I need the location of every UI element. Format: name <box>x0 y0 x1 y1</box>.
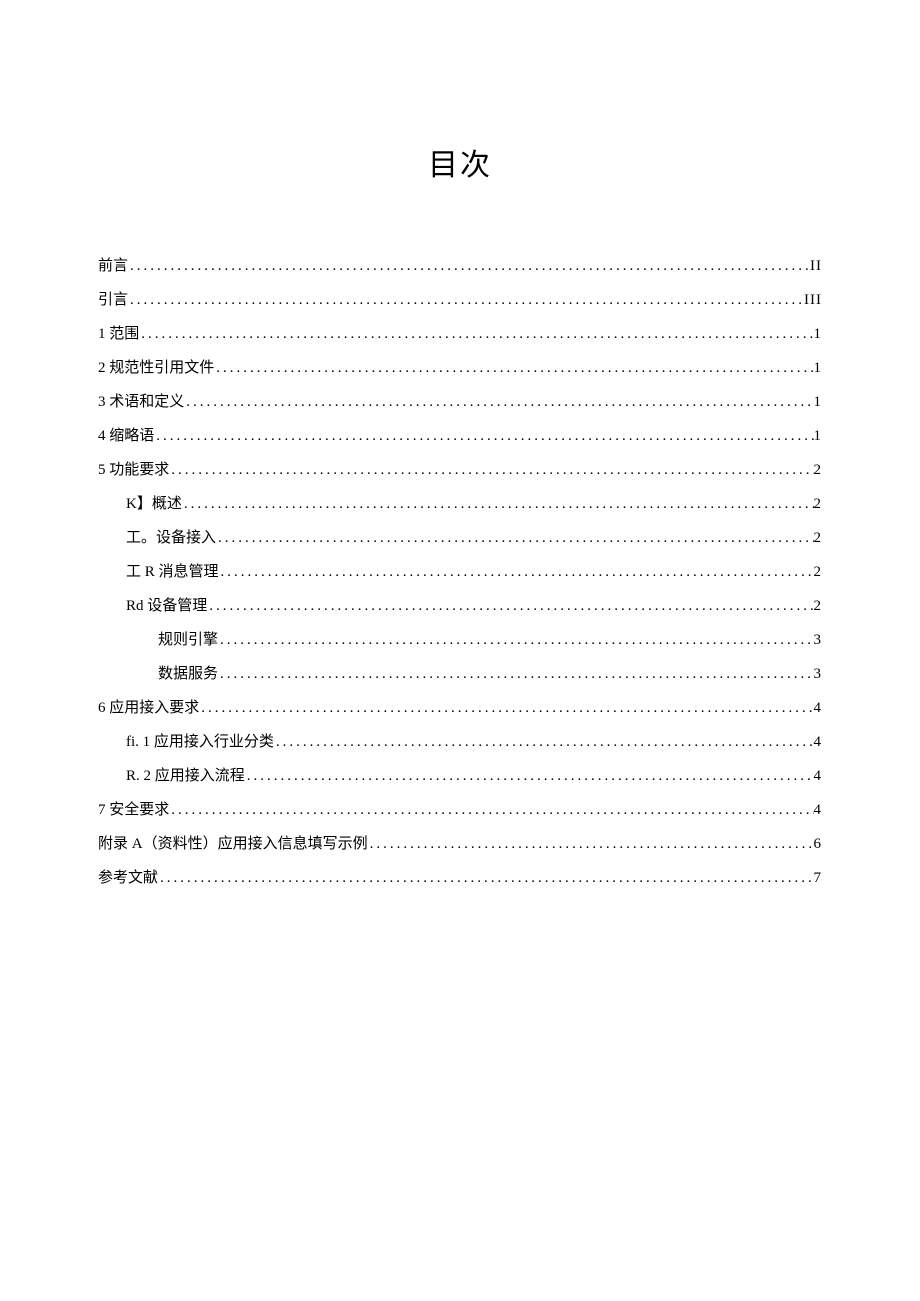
toc-page: 6 <box>814 832 823 856</box>
toc-page: 7 <box>814 866 823 890</box>
toc-page: 3 <box>814 662 823 686</box>
toc-entry: 3 术语和定义 1 <box>98 390 822 414</box>
toc-entry: K】概述 2 <box>98 492 822 516</box>
toc-label: 前言 <box>98 254 128 278</box>
toc-label: 引言 <box>98 288 128 312</box>
toc-page: 2 <box>814 458 823 482</box>
toc-page: 2 <box>814 492 823 516</box>
toc-entry: 前言 II <box>98 254 822 278</box>
toc-label: 6 应用接入要求 <box>98 696 199 720</box>
toc-entry: 5 功能要求 2 <box>98 458 822 482</box>
toc-page: 1 <box>814 390 823 414</box>
toc-page: II <box>810 254 822 278</box>
toc-label: 1 范围 <box>98 322 139 346</box>
toc-label: R. 2 应用接入流程 <box>126 764 245 788</box>
toc-leader <box>169 798 813 822</box>
toc-entry: 附录 A（资料性）应用接入信息填写示例 6 <box>98 832 822 856</box>
toc-leader <box>199 696 813 720</box>
toc-entry: 引言 III <box>98 288 822 312</box>
toc-page: 2 <box>814 526 823 550</box>
toc-leader <box>182 492 814 516</box>
toc-leader <box>169 458 813 482</box>
toc-page: III <box>804 288 822 312</box>
toc-label: 7 安全要求 <box>98 798 169 822</box>
table-of-contents: 前言 II 引言 III 1 范围 1 2 规范性引用文件 1 3 术语和定义 1 4 缩… <box>0 254 920 890</box>
toc-leader <box>128 254 810 278</box>
toc-label: 4 缩略语 <box>98 424 154 448</box>
toc-entry: 2 规范性引用文件 1 <box>98 356 822 380</box>
toc-label: 2 规范性引用文件 <box>98 356 214 380</box>
toc-leader <box>158 866 813 890</box>
toc-page: 1 <box>814 424 823 448</box>
toc-label: 附录 A（资料性）应用接入信息填写示例 <box>98 832 368 856</box>
toc-leader <box>218 662 813 686</box>
toc-label: 数据服务 <box>158 662 218 686</box>
toc-entry: 数据服务 3 <box>98 662 822 686</box>
toc-page: 4 <box>814 696 823 720</box>
toc-leader <box>214 356 813 380</box>
toc-page: 4 <box>814 764 823 788</box>
toc-leader <box>274 730 814 754</box>
toc-page: 1 <box>814 322 823 346</box>
toc-label: Rd 设备管理 <box>126 594 207 618</box>
toc-leader <box>219 560 814 584</box>
toc-page: 2 <box>814 560 823 584</box>
toc-entry: 1 范围 1 <box>98 322 822 346</box>
toc-label: fi. 1 应用接入行业分类 <box>126 730 274 754</box>
toc-leader <box>184 390 813 414</box>
toc-entry: 参考文献 7 <box>98 866 822 890</box>
toc-entry: R. 2 应用接入流程 4 <box>98 764 822 788</box>
toc-entry: 7 安全要求 4 <box>98 798 822 822</box>
toc-entry: 规则引擎 3 <box>98 628 822 652</box>
toc-leader <box>207 594 813 618</box>
toc-page: 1 <box>814 356 823 380</box>
toc-label: 工。设备接入 <box>126 526 216 550</box>
toc-leader <box>368 832 814 856</box>
toc-leader <box>216 526 813 550</box>
toc-label: 5 功能要求 <box>98 458 169 482</box>
toc-leader <box>245 764 814 788</box>
toc-entry: 工 R 消息管理 2 <box>98 560 822 584</box>
toc-label: 规则引擎 <box>158 628 218 652</box>
toc-entry: 工。设备接入 2 <box>98 526 822 550</box>
toc-label: 3 术语和定义 <box>98 390 184 414</box>
toc-page: 2 <box>814 594 823 618</box>
toc-leader <box>154 424 813 448</box>
toc-leader <box>218 628 813 652</box>
toc-leader <box>128 288 804 312</box>
toc-label: K】概述 <box>126 492 182 516</box>
toc-entry: fi. 1 应用接入行业分类 4 <box>98 730 822 754</box>
toc-page: 4 <box>814 798 823 822</box>
toc-entry: 6 应用接入要求 4 <box>98 696 822 720</box>
toc-leader <box>139 322 813 346</box>
toc-title: 目次 <box>0 140 920 184</box>
toc-label: 参考文献 <box>98 866 158 890</box>
toc-page: 4 <box>814 730 823 754</box>
toc-label: 工 R 消息管理 <box>126 560 219 584</box>
toc-page: 3 <box>814 628 823 652</box>
toc-entry: 4 缩略语 1 <box>98 424 822 448</box>
toc-entry: Rd 设备管理 2 <box>98 594 822 618</box>
